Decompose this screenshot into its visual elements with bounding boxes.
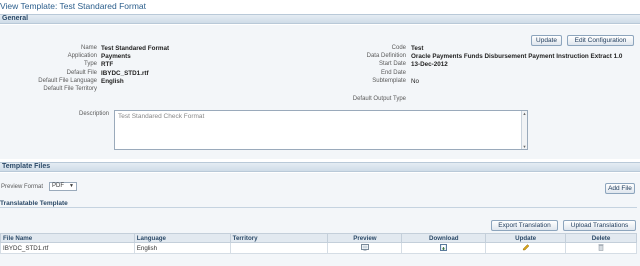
- code-value: Test: [411, 45, 424, 52]
- start-date-label: Start Date: [378, 61, 406, 67]
- column-download: Download: [401, 233, 487, 243]
- preview-format-value: PDF: [52, 183, 64, 189]
- default-file-language-value: English: [101, 78, 124, 85]
- upload-translations-button[interactable]: Upload Translations: [563, 220, 636, 231]
- name-value: Test Standared Format: [101, 45, 170, 52]
- default-file-value: IBYDC_STD1.rtf: [101, 70, 149, 77]
- description-field[interactable]: Test Standared Check Format ▲ ▼: [114, 110, 528, 150]
- preview-format-label: Preview Format: [1, 184, 44, 190]
- column-update: Update: [485, 233, 567, 243]
- scroll-down-arrow-icon[interactable]: ▼: [522, 144, 527, 149]
- data-definition-value: Oracle Payments Funds Disbursement Payme…: [411, 53, 623, 60]
- default-file-label: Default File: [66, 70, 97, 76]
- preview-cell: [327, 242, 403, 254]
- file-name-cell: IBYDC_STD1.rtf: [0, 242, 135, 254]
- end-date-label: End Date: [380, 70, 406, 76]
- territory-cell: [229, 242, 329, 254]
- column-preview: Preview: [327, 233, 403, 243]
- translatable-template-heading: Translatable Template: [0, 200, 637, 208]
- preview-icon[interactable]: [360, 244, 369, 251]
- column-file-name: File Name: [0, 233, 135, 243]
- start-date-value: 13-Dec-2012: [411, 61, 448, 68]
- code-label: Code: [391, 45, 406, 51]
- description-label: Description: [78, 111, 109, 117]
- table-header-row: File Name Language Territory Preview Dow…: [0, 233, 637, 243]
- subtemplate-value: No: [411, 78, 420, 85]
- column-language: Language: [133, 233, 231, 243]
- description-scrollbar[interactable]: ▲ ▼: [521, 111, 527, 149]
- template-files-section-header: Template Files: [0, 162, 640, 172]
- column-delete: Delete: [565, 233, 637, 243]
- column-territory: Territory: [229, 233, 329, 243]
- scroll-up-arrow-icon[interactable]: ▲: [522, 111, 527, 116]
- default-output-type-label: Default Output Type: [352, 96, 406, 102]
- add-file-button[interactable]: Add File: [605, 183, 635, 194]
- subtemplate-label: Subtemplate: [372, 78, 406, 84]
- type-label: Type: [83, 61, 97, 67]
- type-value: RTF: [101, 61, 114, 68]
- dropdown-arrow-icon: ▼: [69, 183, 74, 189]
- language-cell: English: [133, 242, 231, 254]
- application-label: Application: [67, 53, 97, 59]
- download-icon[interactable]: [439, 244, 448, 252]
- name-label: Name: [80, 45, 97, 51]
- data-definition-label: Data Definition: [366, 53, 406, 59]
- general-section-header: General: [0, 14, 640, 24]
- update-button[interactable]: Update: [531, 35, 562, 46]
- update-cell: [485, 242, 567, 254]
- edit-configuration-button[interactable]: Edit Configuration: [567, 35, 634, 46]
- delete-cell: [565, 242, 637, 254]
- default-file-language-label: Default File Language: [38, 78, 97, 84]
- pencil-icon[interactable]: [522, 244, 530, 251]
- template-files-table: File Name Language Territory Preview Dow…: [0, 233, 637, 254]
- export-translation-button[interactable]: Export Translation: [491, 220, 558, 231]
- page-title: View Template: Test Standared Format: [0, 1, 146, 11]
- application-value: Payments: [101, 53, 131, 60]
- preview-format-select[interactable]: PDF ▼: [49, 182, 77, 191]
- download-cell: [401, 242, 487, 254]
- trash-icon[interactable]: [597, 244, 605, 252]
- table-row: IBYDC_STD1.rtf English: [0, 242, 637, 254]
- description-text: Test Standared Check Format: [118, 113, 205, 120]
- default-file-territory-label: Default File Territory: [43, 86, 97, 92]
